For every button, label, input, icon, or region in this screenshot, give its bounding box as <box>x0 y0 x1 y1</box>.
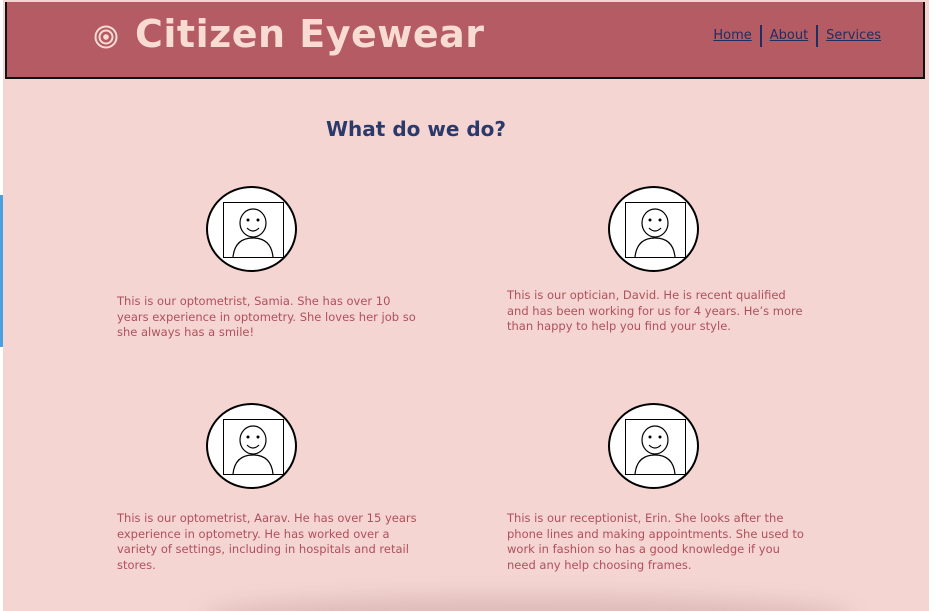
person-placeholder-icon <box>625 419 686 475</box>
staff-avatar <box>206 186 297 272</box>
person-placeholder-icon <box>223 419 284 475</box>
site-title: Citizen Eyewear <box>135 12 485 56</box>
footer-shadow <box>203 596 853 611</box>
site-header: Citizen Eyewear Home About Services <box>5 2 925 79</box>
staff-avatar <box>608 186 699 272</box>
nav-link-home[interactable]: Home <box>705 25 759 47</box>
staff-avatar <box>206 403 297 489</box>
staff-bio: This is our optician, David. He is recen… <box>507 288 803 333</box>
logo-icon <box>94 25 118 49</box>
staff-avatar <box>608 403 699 489</box>
person-placeholder-icon <box>625 202 686 258</box>
main-nav: Home About Services <box>705 25 889 47</box>
nav-link-services[interactable]: Services <box>818 25 889 47</box>
staff-bio: This is our optometrist, Samia. She has … <box>117 294 416 339</box>
staff-bio: This is our optometrist, Aarav. He has o… <box>117 511 417 572</box>
staff-bio: This is our receptionist, Erin. She look… <box>507 511 804 572</box>
person-placeholder-icon <box>223 202 284 258</box>
section-title: What do we do? <box>326 117 506 141</box>
nav-link-about[interactable]: About <box>762 25 816 47</box>
page: Citizen Eyewear Home About Services What… <box>3 0 929 611</box>
